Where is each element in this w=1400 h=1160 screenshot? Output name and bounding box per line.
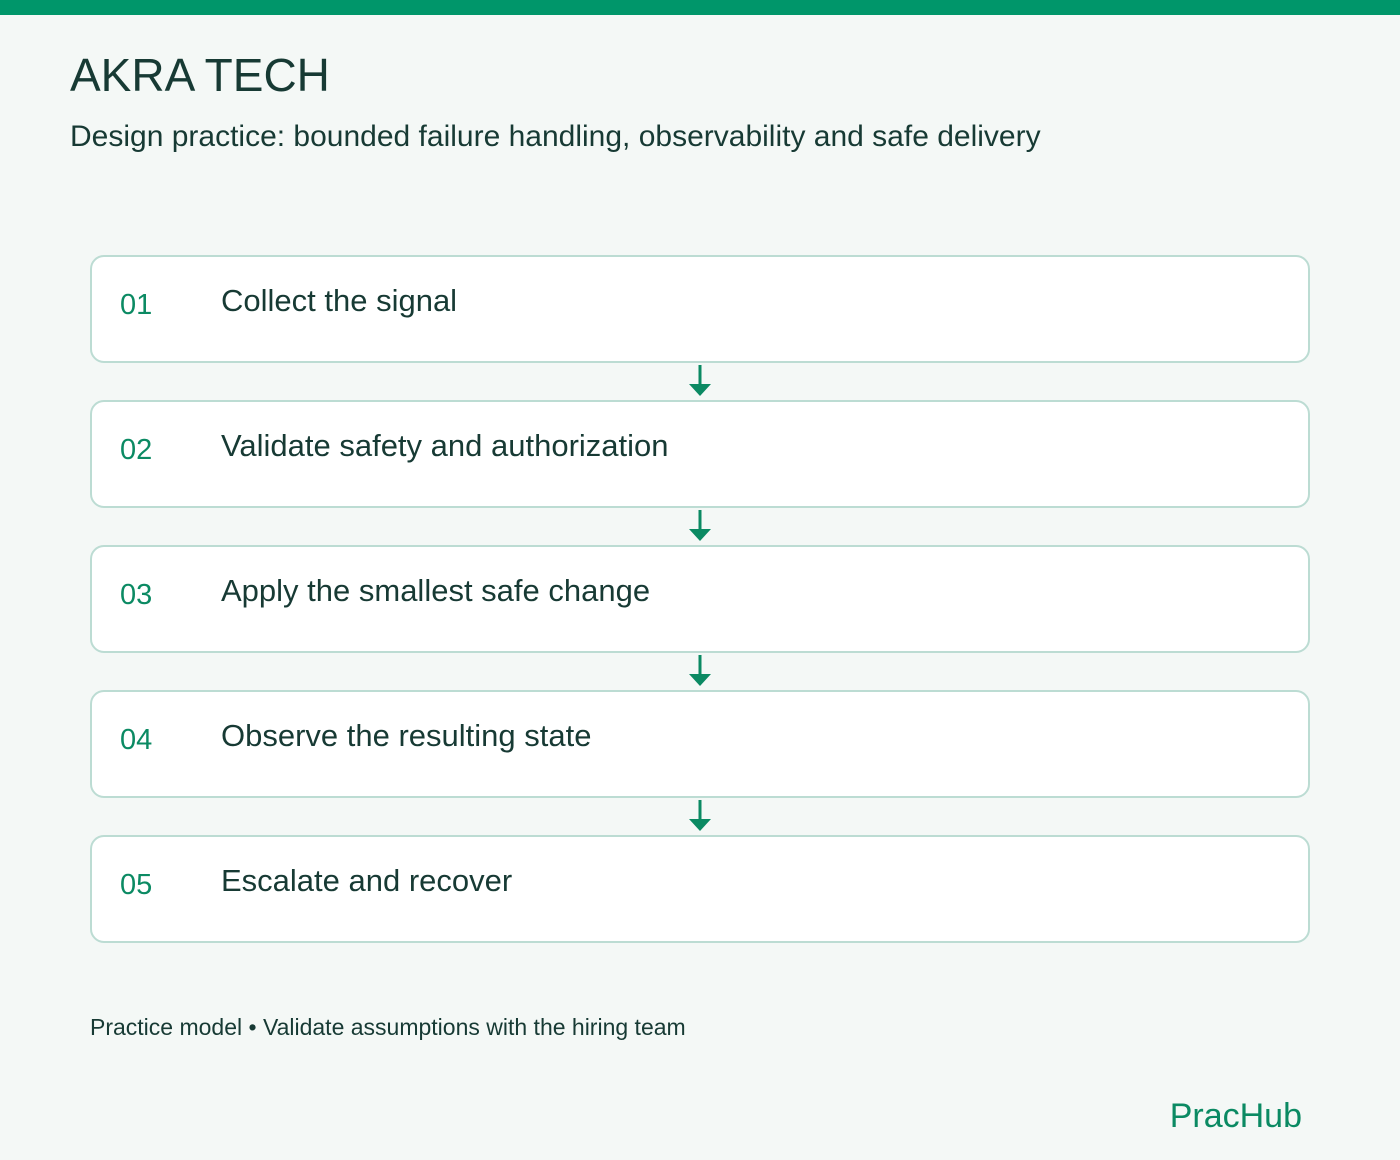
step-number: 01 (120, 289, 153, 321)
step-label: Validate safety and authorization (221, 428, 669, 463)
step-label: Observe the resulting state (221, 718, 592, 753)
step-number: 02 (120, 434, 153, 466)
step-card-5: 05 Escalate and recover (90, 835, 1310, 943)
step-label: Apply the smallest safe change (221, 573, 651, 608)
step-label: Escalate and recover (221, 863, 513, 898)
step-card-2: 02 Validate safety and authorization (90, 400, 1310, 508)
arrow-down-icon (689, 800, 711, 831)
page-title: AKRA TECH (70, 49, 330, 101)
step-number: 05 (120, 869, 153, 901)
top-accent-bar (0, 0, 1400, 15)
step-card-3: 03 Apply the smallest safe change (90, 545, 1310, 653)
prachub-logo: PracHub (1169, 1097, 1302, 1135)
footnote: Practice model • Validate assumptions wi… (90, 1014, 686, 1040)
arrow-down-icon (689, 510, 711, 541)
step-card-4: 04 Observe the resulting state (90, 690, 1310, 798)
step-card-1: 01 Collect the signal (90, 255, 1310, 363)
step-number: 03 (120, 579, 153, 611)
step-label: Collect the signal (221, 283, 458, 318)
arrow-down-icon (689, 365, 711, 396)
page-subtitle: Design practice: bounded failure handlin… (70, 120, 1041, 153)
arrow-down-icon (689, 655, 711, 686)
step-number: 04 (120, 724, 153, 756)
